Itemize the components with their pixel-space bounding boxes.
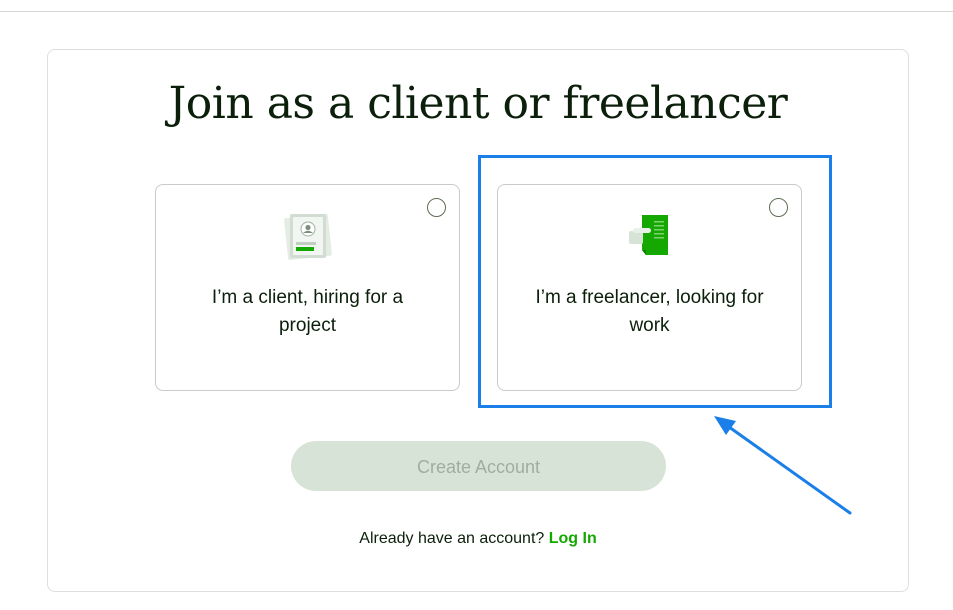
top-divider xyxy=(0,11,953,12)
client-radio-button[interactable] xyxy=(427,198,446,217)
client-option-card[interactable]: I’m a client, hiring for a project xyxy=(155,184,460,391)
client-profile-icon xyxy=(283,214,332,260)
annotation-arrow-icon xyxy=(714,416,852,515)
client-option-label: I’m a client, hiring for a project xyxy=(211,287,404,336)
login-prompt-row: Already have an account? Log In xyxy=(47,530,909,548)
annotation-highlight-box xyxy=(478,155,832,408)
create-account-button[interactable]: Create Account xyxy=(291,441,666,491)
page-title: Join as a client or freelancer xyxy=(168,78,788,129)
login-link[interactable]: Log In xyxy=(549,530,597,547)
login-prompt-text: Already have an account? xyxy=(359,530,545,547)
